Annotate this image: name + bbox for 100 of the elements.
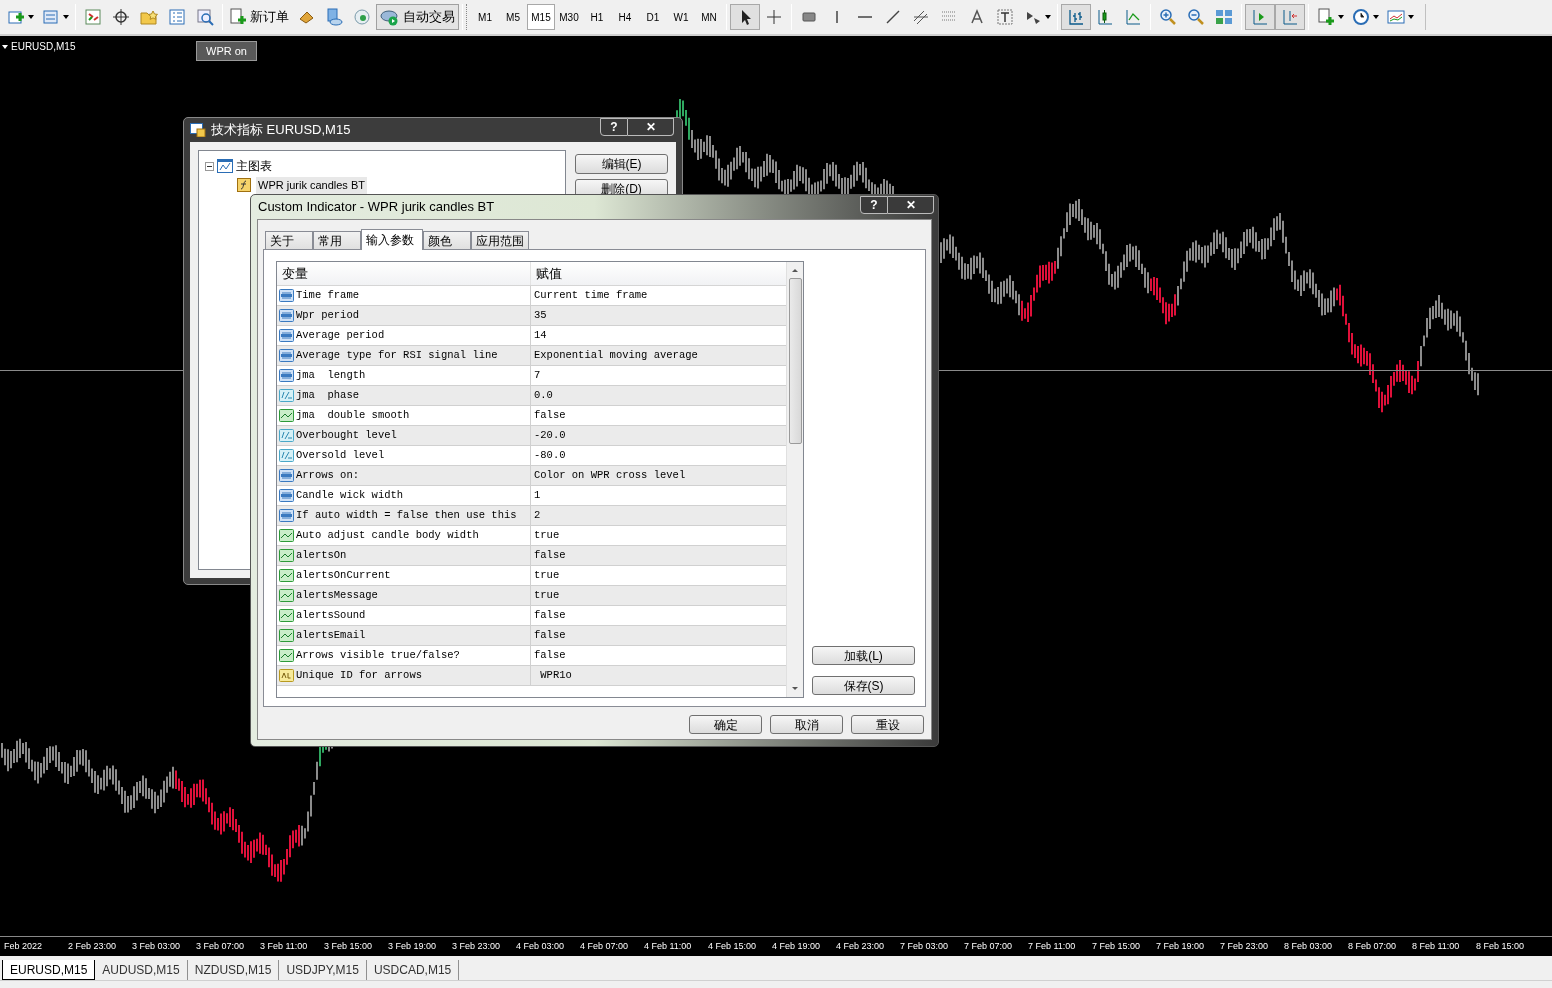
add-indicator-icon[interactable]	[1317, 8, 1335, 26]
dialog-tab[interactable]: 应用范围	[471, 231, 529, 249]
parameter-name: Oversold level	[296, 447, 385, 463]
bar-chart-icon[interactable]	[1067, 8, 1085, 26]
timeframe-button[interactable]: H4	[611, 4, 639, 30]
time-label: 3 Feb 15:00	[324, 939, 374, 953]
parameter-value[interactable]: false	[534, 547, 566, 564]
int-type-icon	[279, 349, 294, 362]
new-order-button[interactable]: 新订单	[226, 7, 292, 27]
new-chart-icon[interactable]	[7, 8, 25, 26]
parameter-name: Average type for RSI signal line	[296, 347, 498, 363]
help-button[interactable]: ?	[860, 196, 888, 214]
tree-item[interactable]: 主图表	[236, 157, 272, 175]
tester-icon[interactable]	[196, 8, 214, 26]
auto-trading-button[interactable]: 自动交易	[376, 4, 459, 30]
close-button[interactable]: ✕	[888, 196, 934, 214]
parameter-value[interactable]: WPR1o	[534, 667, 572, 684]
dialog-button[interactable]: 取消	[770, 715, 843, 734]
caret-icon[interactable]	[1338, 15, 1344, 19]
wpr-badge[interactable]: WPR on	[196, 41, 257, 61]
market-watch-icon[interactable]	[84, 8, 102, 26]
dialog-button[interactable]: 确定	[689, 715, 762, 734]
parameter-value[interactable]: Exponential moving average	[534, 347, 698, 364]
parameter-value[interactable]: 14	[534, 327, 547, 344]
parameter-name: jma phase	[296, 387, 359, 403]
parameter-name: alertsMessage	[296, 587, 378, 603]
parameter-value[interactable]: false	[534, 647, 566, 664]
parameter-value[interactable]: 35	[534, 307, 547, 324]
line-chart-icon[interactable]	[1124, 8, 1142, 26]
scroll-thumb[interactable]	[788, 278, 802, 444]
folder-star-icon[interactable]	[140, 8, 158, 26]
parameter-value[interactable]: -80.0	[534, 447, 566, 464]
int-type-icon	[279, 309, 294, 322]
parameter-value[interactable]: true	[534, 587, 560, 604]
parameter-value[interactable]: false	[534, 627, 566, 644]
timeframe-button[interactable]: M1	[471, 4, 499, 30]
tree-item[interactable]: WPR jurik candles BT	[256, 177, 367, 194]
timeframe-button[interactable]: D1	[639, 4, 667, 30]
timeframe-button[interactable]: M15	[527, 4, 555, 30]
dialog-tab[interactable]: 关于	[265, 231, 313, 249]
close-button[interactable]: ✕	[628, 118, 674, 136]
channel-icon[interactable]	[912, 8, 930, 26]
parameter-value[interactable]: Color on WPR cross level	[534, 467, 686, 484]
caret-icon[interactable]	[1408, 15, 1414, 19]
text-tool-icon[interactable]	[968, 8, 986, 26]
scrollbar[interactable]	[786, 262, 803, 697]
timeframe-button[interactable]: MN	[695, 4, 723, 30]
time-label: 3 Feb 07:00	[196, 939, 246, 953]
bool-type-icon	[279, 569, 294, 582]
collapse-icon[interactable]	[205, 161, 214, 171]
signal-icon[interactable]	[353, 8, 371, 26]
crosshair-icon[interactable]	[112, 8, 130, 26]
timeframe-button[interactable]: M30	[555, 4, 583, 30]
dialog-button[interactable]: 重设	[851, 715, 924, 734]
parameter-value[interactable]: true	[534, 527, 560, 544]
dialog-button[interactable]: 编辑(E)	[575, 154, 668, 174]
zoom-out-icon[interactable]	[1187, 8, 1205, 26]
int-type-icon	[279, 469, 294, 482]
zoom-in-icon[interactable]	[1159, 8, 1177, 26]
dialog-tab[interactable]: 输入参数	[361, 229, 423, 250]
parameter-value[interactable]: 0.0	[534, 387, 553, 404]
time-label: 4 Feb 03:00	[516, 939, 566, 953]
timeframe-button[interactable]: M5	[499, 4, 527, 30]
double-type-icon	[279, 449, 294, 462]
clock-icon[interactable]	[1352, 8, 1370, 26]
dialog-tab[interactable]: 颜色	[423, 231, 471, 249]
column-header[interactable]: 赋值	[531, 262, 786, 285]
caret-icon[interactable]	[1045, 15, 1051, 19]
parameter-name: alertsSound	[296, 607, 366, 623]
candlestick-icon[interactable]	[1096, 8, 1114, 26]
parameter-value[interactable]: 1	[534, 487, 541, 504]
chart-tab[interactable]: EURUSD,M15	[2, 960, 96, 980]
time-label: 3 Feb 11:00	[260, 939, 309, 953]
text-label-icon[interactable]	[996, 8, 1014, 26]
parameter-value[interactable]: true	[534, 567, 560, 584]
caret-icon[interactable]	[1373, 15, 1379, 19]
column-header[interactable]: 变量	[277, 262, 531, 285]
time-label: 2 Feb 23:00	[68, 939, 118, 953]
time-label: 4 Feb 19:00	[772, 939, 822, 953]
parameter-value[interactable]: 2	[534, 507, 541, 524]
caret-icon[interactable]	[28, 15, 34, 19]
bool-type-icon	[279, 609, 294, 622]
timeframe-button[interactable]: W1	[667, 4, 695, 30]
parameter-value[interactable]: false	[534, 407, 566, 424]
window-icon	[190, 123, 206, 137]
auto-scroll-icon[interactable]	[1251, 8, 1269, 26]
parameter-value[interactable]: Current time frame	[534, 287, 648, 304]
dialog-button[interactable]: 保存(S)	[812, 676, 915, 695]
time-label: 4 Feb 11:00	[644, 939, 693, 953]
parameter-value[interactable]: false	[534, 607, 566, 624]
parameter-value[interactable]: -20.0	[534, 427, 566, 444]
collapse-icon[interactable]	[2, 44, 8, 49]
dialog-tab[interactable]: 常用	[313, 231, 361, 249]
parameter-value[interactable]: 7	[534, 367, 541, 384]
caret-icon[interactable]	[63, 15, 69, 19]
help-button[interactable]: ?	[600, 118, 628, 136]
dialog-button[interactable]: 加载(L)	[812, 646, 915, 665]
timeframe-button[interactable]: H1	[583, 4, 611, 30]
trend-line-icon[interactable]	[884, 8, 902, 26]
tile-windows-icon[interactable]	[1215, 8, 1233, 26]
